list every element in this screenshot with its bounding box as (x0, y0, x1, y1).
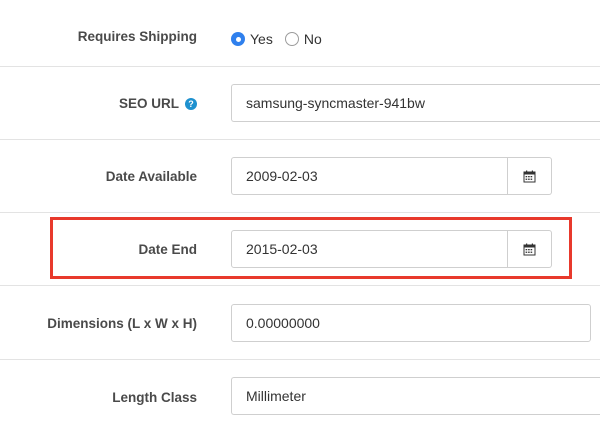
radio-option-yes[interactable]: Yes (231, 31, 273, 47)
date-available-input[interactable]: 2009-02-03 (231, 157, 508, 195)
date-available-row: Date Available 2009-02-03 (0, 140, 600, 213)
length-class-row: Length Class Millimeter (0, 360, 600, 432)
seo-url-row: SEO URL ? samsung-syncmaster-941bw (0, 67, 600, 140)
requires-shipping-label: Requires Shipping (78, 29, 197, 44)
seo-url-label-text: SEO URL (118, 96, 179, 111)
dimensions-row: Dimensions (L x W x H) 0.00000000 (0, 286, 600, 360)
help-icon[interactable]: ? (185, 97, 197, 110)
date-available-calendar-button[interactable] (508, 157, 552, 195)
radio-yes-label[interactable]: Yes (250, 31, 273, 47)
requires-shipping-radio-group: Yes No (231, 31, 322, 47)
date-available-value: 2009-02-03 (246, 168, 318, 184)
dimensions-label-text: Dimensions (L x W x H) (47, 316, 197, 331)
seo-url-value: samsung-syncmaster-941bw (246, 95, 425, 111)
radio-option-no[interactable]: No (284, 31, 322, 47)
date-end-highlight-box (50, 217, 572, 279)
radio-no[interactable] (284, 32, 299, 46)
length-class-label: Length Class (112, 390, 197, 405)
requires-shipping-label-text: Requires Shipping (77, 29, 197, 44)
date-available-label: Date Available (106, 169, 197, 184)
requires-shipping-row: Requires Shipping Yes No (0, 0, 600, 67)
dimensions-length-value: 0.00000000 (246, 315, 320, 331)
seo-url-input[interactable]: samsung-syncmaster-941bw (231, 84, 600, 122)
radio-no-label[interactable]: No (304, 31, 322, 47)
calendar-icon (523, 170, 536, 182)
date-available-label-text: Date Available (105, 169, 197, 184)
dimensions-length-input[interactable]: 0.00000000 (231, 304, 591, 342)
seo-url-label: SEO URL ? (119, 96, 197, 111)
dimensions-label: Dimensions (L x W x H) (47, 316, 197, 331)
length-class-value: Millimeter (246, 388, 306, 404)
length-class-label-text: Length Class (112, 390, 197, 405)
radio-yes[interactable] (231, 32, 245, 46)
length-class-select[interactable]: Millimeter (231, 377, 600, 415)
